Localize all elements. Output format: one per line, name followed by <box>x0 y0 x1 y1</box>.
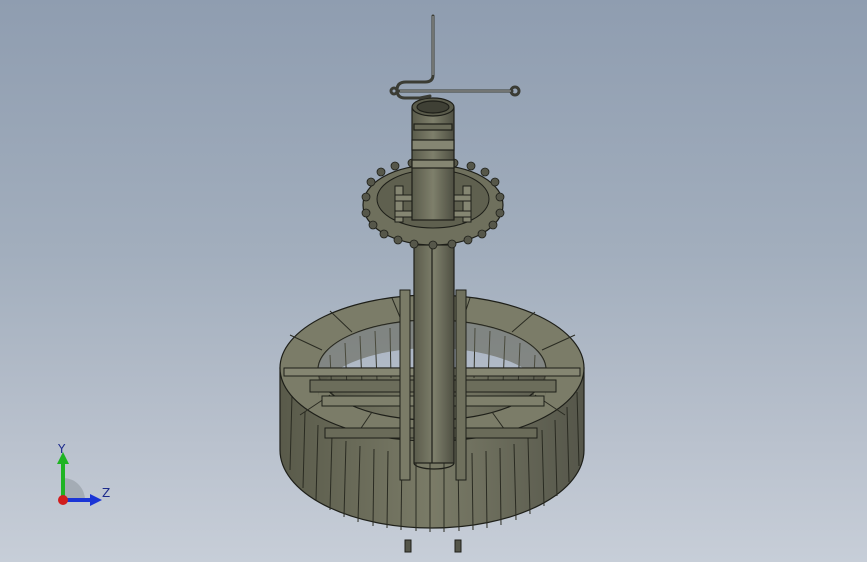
upper-column[interactable] <box>411 97 455 221</box>
z-axis-label: Z <box>102 486 111 500</box>
3d-viewport[interactable]: Y Z <box>0 0 867 562</box>
model-scene[interactable] <box>0 0 867 562</box>
main-shaft[interactable] <box>413 244 455 470</box>
y-axis-label: Y <box>58 442 66 456</box>
view-orientation-triad[interactable]: Y Z <box>48 438 118 510</box>
lifting-rod[interactable] <box>389 14 521 100</box>
